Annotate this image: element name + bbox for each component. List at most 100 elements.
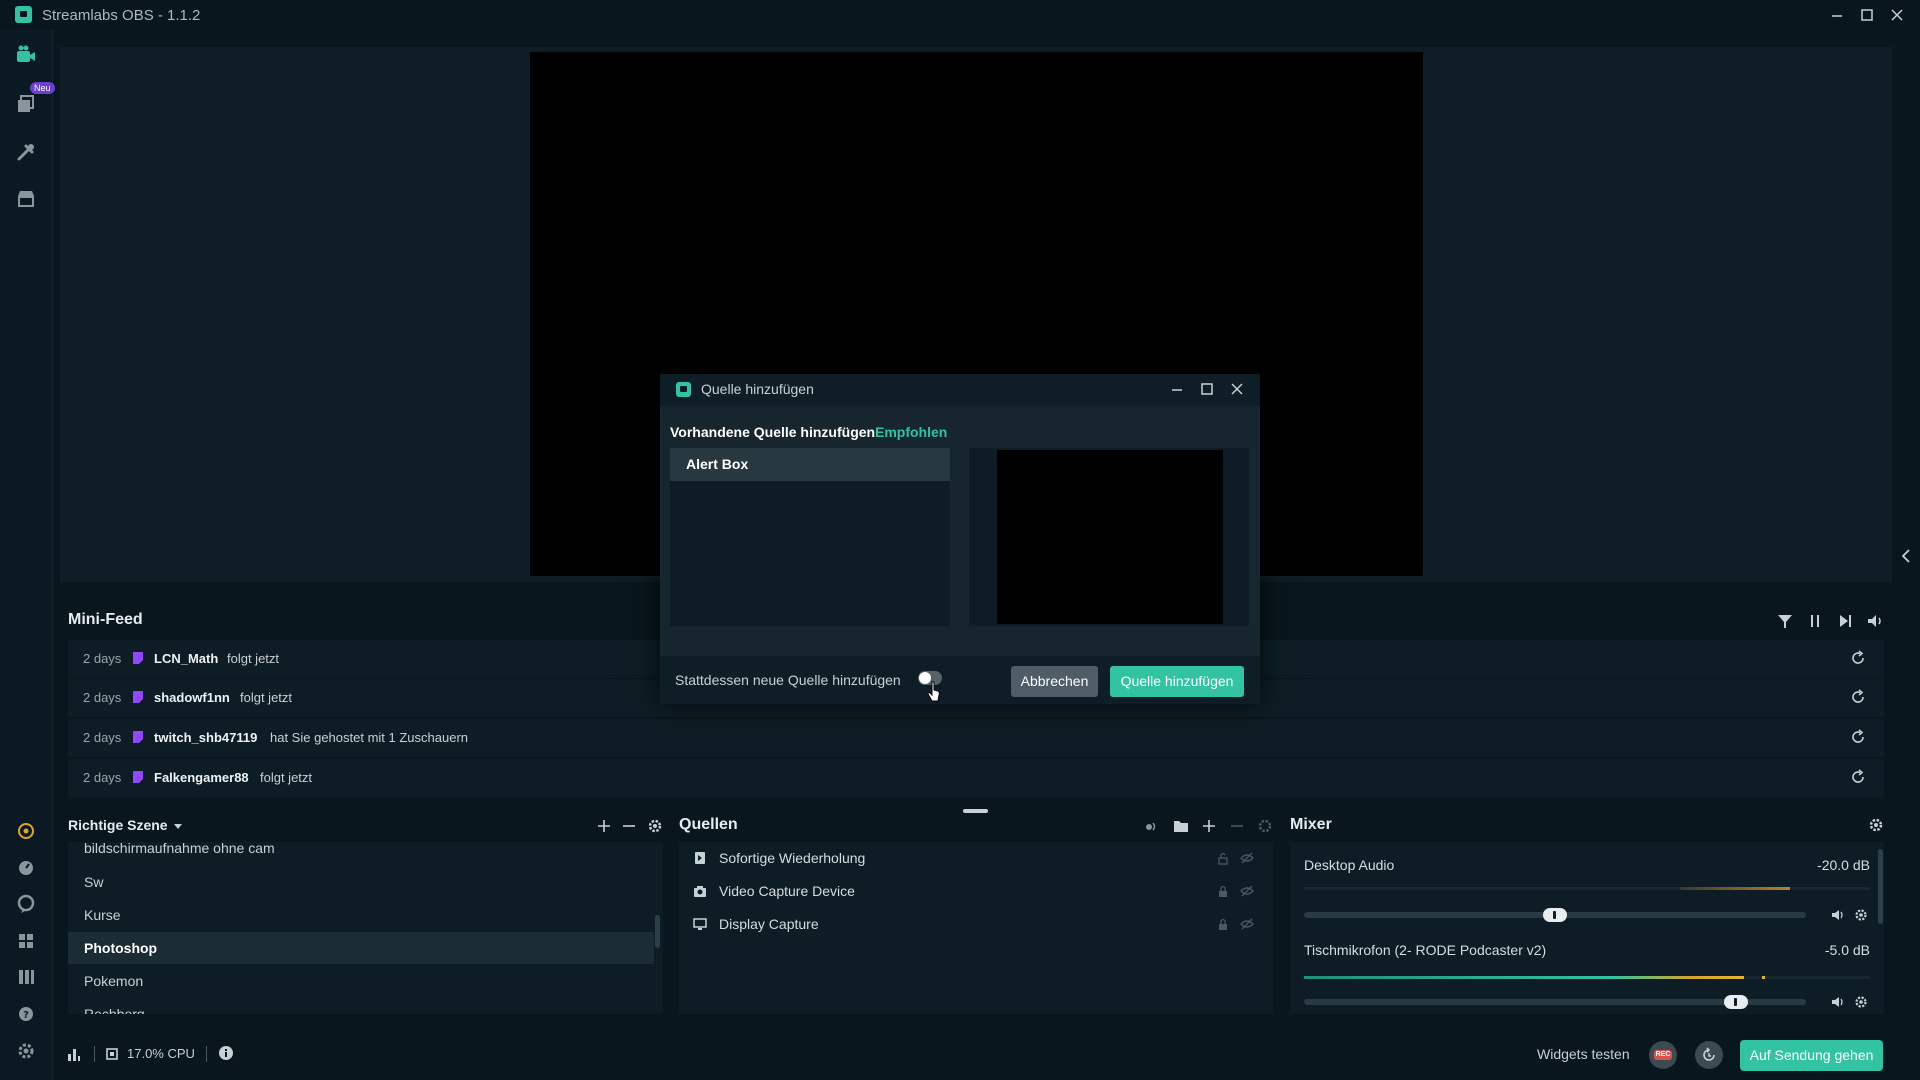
scene-item[interactable]: bildschirmaufnahme ohne cam	[68, 842, 654, 864]
scene-scrollbar[interactable]	[655, 915, 660, 948]
gear-icon[interactable]	[1853, 994, 1869, 1010]
feed-filter-button[interactable]	[1775, 611, 1795, 631]
sidebar-prime-button[interactable]	[14, 819, 38, 843]
scene-collection-dropdown[interactable]	[172, 820, 184, 832]
source-selective-recording-button[interactable]	[1142, 817, 1160, 835]
info-icon	[219, 1046, 233, 1060]
repeat-alert-icon[interactable]	[1849, 728, 1867, 746]
pause-icon	[1811, 615, 1819, 627]
modal-maximize-button[interactable]	[1196, 378, 1218, 400]
scene-item[interactable]: Pokemon	[68, 965, 654, 997]
sidebar-store-button[interactable]	[14, 187, 38, 211]
repeat-alert-icon[interactable]	[1849, 688, 1867, 706]
sidebar-themes-button[interactable]	[14, 92, 38, 116]
source-item[interactable]: Video Capture Device	[679, 875, 1273, 907]
replay-buffer-button[interactable]	[1695, 1041, 1723, 1069]
scene-item-active[interactable]: Photoshop	[68, 932, 654, 964]
prime-icon	[18, 823, 34, 839]
source-item[interactable]: Display Capture	[679, 908, 1273, 940]
grid-icon	[19, 934, 33, 948]
modal-title: Quelle hinzufügen	[701, 381, 814, 397]
source-label: Video Capture Device	[719, 883, 855, 899]
feed-user: Falkengamer88	[154, 770, 249, 785]
sidebar-settings-button[interactable]	[14, 1039, 38, 1063]
twitch-icon	[133, 771, 143, 783]
recommended-label: Empfohlen	[875, 424, 948, 440]
feed-mute-button[interactable]	[1865, 611, 1885, 631]
speaker-icon[interactable]	[1830, 994, 1846, 1010]
scene-item[interactable]: Rechberg	[68, 998, 654, 1014]
add-scene-button[interactable]	[595, 817, 613, 835]
minimize-button[interactable]	[1826, 4, 1848, 26]
mixer-settings-button[interactable]	[1867, 816, 1885, 834]
lock-icon[interactable]	[1217, 852, 1229, 865]
sidebar-editor-button[interactable]	[14, 44, 38, 68]
sidebar-help-button[interactable]: ?	[14, 1002, 38, 1026]
mixer-channel-name: Tischmikrofon (2- RODE Podcaster v2)	[1304, 942, 1547, 958]
volume-slider[interactable]	[1304, 908, 1806, 922]
record-button[interactable]: REC	[1649, 1041, 1677, 1069]
modal-close-button[interactable]	[1226, 378, 1248, 400]
sidebar-studio-mode-button[interactable]	[14, 965, 38, 989]
sidebar-dashboard-button[interactable]	[14, 856, 38, 880]
scene-collection-title[interactable]: Richtige Szene	[68, 817, 168, 833]
collapse-panel-button[interactable]	[1898, 544, 1914, 568]
repeat-alert-icon[interactable]	[1849, 768, 1867, 786]
speedometer-icon	[19, 861, 33, 875]
existing-source-item[interactable]: Alert Box	[670, 448, 950, 481]
volume-slider-knob[interactable]	[1723, 995, 1748, 1009]
speaker-icon[interactable]	[1830, 907, 1846, 923]
resize-handle[interactable]	[963, 809, 988, 813]
source-label: Display Capture	[719, 916, 819, 932]
scene-settings-button[interactable]	[646, 817, 664, 835]
go-live-button[interactable]: Auf Sendung gehen	[1740, 1040, 1883, 1071]
modal-minimize-button[interactable]	[1166, 378, 1188, 400]
footer-bar	[53, 1030, 1920, 1080]
feed-time: 2 days	[83, 770, 122, 785]
cancel-button[interactable]: Abbrechen	[1011, 666, 1098, 697]
source-properties-button[interactable]	[1256, 817, 1274, 835]
source-item[interactable]: Sofortige Wiederholung	[679, 842, 1273, 874]
repeat-alert-icon[interactable]	[1849, 649, 1867, 667]
close-window-button[interactable]	[1886, 4, 1908, 26]
info-button[interactable]	[218, 1045, 234, 1061]
lock-icon[interactable]	[1217, 885, 1229, 898]
sidebar-layout-button[interactable]	[14, 929, 38, 953]
add-source-button[interactable]: Quelle hinzufügen	[1110, 666, 1244, 697]
scene-item[interactable]: Kurse	[68, 899, 654, 931]
test-widgets-label[interactable]: Widgets testen	[1537, 1046, 1630, 1062]
source-preview	[997, 450, 1223, 624]
feed-time: 2 days	[83, 690, 122, 705]
skip-icon	[1840, 615, 1851, 627]
maximize-button[interactable]	[1856, 4, 1878, 26]
columns-icon	[19, 970, 34, 984]
sidebar-tools-button[interactable]	[14, 140, 38, 164]
eye-icon[interactable]	[1240, 885, 1254, 898]
lock-icon[interactable]	[1217, 918, 1229, 931]
volume-slider[interactable]	[1304, 995, 1806, 1009]
add-source-plus-button[interactable]	[1200, 817, 1218, 835]
gear-icon	[1869, 818, 1883, 832]
performance-stats-button[interactable]	[66, 1046, 82, 1062]
add-folder-button[interactable]	[1172, 817, 1190, 835]
mixer-panel: Desktop Audio -20.0 dB Tischmikrofon (2-…	[1290, 842, 1884, 1014]
sidebar-chat-button[interactable]	[14, 892, 38, 916]
remove-source-button[interactable]	[1228, 817, 1246, 835]
eye-icon[interactable]	[1240, 918, 1254, 931]
feed-skip-button[interactable]	[1835, 611, 1855, 631]
layers-icon	[18, 95, 34, 112]
volume-slider-knob[interactable]	[1543, 908, 1567, 922]
feed-user: twitch_shb47119	[154, 730, 258, 745]
footer-divider	[206, 1046, 207, 1062]
eye-icon[interactable]	[1240, 852, 1254, 865]
footer-divider	[94, 1046, 95, 1062]
store-icon	[18, 191, 34, 207]
scene-item[interactable]: Sw	[68, 866, 654, 898]
gear-icon[interactable]	[1853, 907, 1869, 923]
remove-scene-button[interactable]	[620, 817, 638, 835]
feed-action: folgt jetzt	[260, 770, 313, 785]
feed-pause-button[interactable]	[1805, 611, 1825, 631]
replay-icon	[695, 852, 705, 864]
mixer-scrollbar[interactable]	[1878, 849, 1883, 924]
existing-source-list: Alert Box	[670, 448, 950, 626]
